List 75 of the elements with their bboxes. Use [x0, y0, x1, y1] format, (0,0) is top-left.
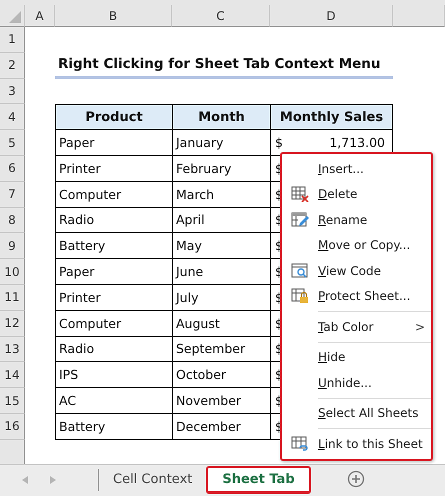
table-cell: Battery — [55, 233, 172, 260]
table-cell: February — [172, 156, 270, 182]
menu-item[interactable]: Protect Sheet... — [282, 284, 431, 309]
table-cell: Computer — [55, 310, 172, 337]
row-header[interactable]: 1 — [0, 27, 25, 53]
table-cell: July — [172, 284, 270, 311]
menu-item[interactable]: Insert... — [282, 156, 431, 182]
table-cell: Paper — [55, 259, 172, 285]
table-cell: Radio — [55, 208, 172, 234]
row-header[interactable]: 7 — [0, 182, 25, 208]
table-cell: IPS — [55, 362, 172, 388]
column-header[interactable]: A — [25, 5, 55, 27]
add-sheet-icon[interactable] — [346, 470, 365, 488]
table-cell: Radio — [55, 336, 172, 362]
table-cell: September — [172, 336, 270, 362]
row-header[interactable]: 4 — [0, 104, 25, 130]
row-header[interactable]: 11 — [0, 284, 25, 311]
table-cell: Battery — [55, 414, 172, 440]
row-header[interactable]: 15 — [0, 388, 25, 414]
row-header[interactable]: 9 — [0, 233, 25, 260]
menu-item[interactable]: Delete — [282, 182, 431, 207]
select-all-icon[interactable] — [9, 11, 21, 23]
row-header[interactable] — [0, 440, 25, 466]
table-cell: November — [172, 388, 270, 414]
row-header[interactable]: 12 — [0, 310, 25, 337]
scroll-right-icon[interactable] — [50, 476, 56, 484]
table-cell: Printer — [55, 156, 172, 182]
table-cell: January — [172, 130, 270, 156]
sheet-tab[interactable]: Sheet Tab — [206, 466, 311, 494]
row-header[interactable]: 10 — [0, 259, 25, 285]
table-pencil-icon — [291, 212, 309, 228]
table-cell: Paper — [55, 130, 172, 156]
menu-item[interactable]: Rename — [282, 207, 431, 232]
table-cell: August — [172, 310, 270, 337]
table-lock-icon — [291, 288, 309, 304]
table-header: Monthly Sales — [270, 104, 393, 130]
table-delete-icon — [291, 186, 309, 202]
table-header: Product — [55, 104, 172, 130]
menu-item[interactable]: View Code — [282, 258, 431, 284]
table-header: Month — [172, 104, 270, 130]
row-header[interactable]: 3 — [0, 78, 25, 104]
menu-item[interactable]: Unhide... — [282, 370, 431, 396]
column-header[interactable]: B — [55, 5, 172, 27]
table-cell: October — [172, 362, 270, 388]
row-header[interactable]: 5 — [0, 130, 25, 156]
table-cell: June — [172, 259, 270, 285]
column-header[interactable]: D — [270, 5, 393, 27]
menu-item[interactable]: Hide — [282, 344, 431, 370]
sheet-tab[interactable]: Cell Context — [99, 465, 206, 493]
scroll-left-icon[interactable] — [22, 476, 28, 484]
row-header[interactable]: 14 — [0, 362, 25, 388]
column-header[interactable] — [393, 5, 445, 27]
table-cell: Printer — [55, 284, 172, 311]
row-header[interactable]: 6 — [0, 156, 25, 182]
menu-item[interactable]: Link to this Sheet — [282, 431, 431, 456]
sheet-title: Right Clicking for Sheet Tab Context Menu — [55, 52, 393, 79]
column-header[interactable]: C — [172, 5, 270, 27]
row-header[interactable]: 8 — [0, 208, 25, 234]
table-cell: April — [172, 208, 270, 234]
menu-item[interactable]: Select All Sheets — [282, 400, 431, 426]
table-cell: 1,713.00 — [329, 135, 385, 150]
row-header[interactable]: 2 — [0, 52, 25, 79]
window-magnifier-icon — [291, 262, 309, 279]
table-cell: AC — [55, 388, 172, 414]
table-cell: December — [172, 414, 270, 440]
table-cell: March — [172, 182, 270, 208]
table-link-icon — [291, 436, 309, 452]
menu-item[interactable]: Move or Copy... — [282, 232, 431, 258]
table-cell: Computer — [55, 182, 172, 208]
currency-symbol: $ — [275, 135, 283, 150]
table-cell: May — [172, 233, 270, 260]
submenu-arrow: > — [414, 320, 425, 334]
row-header[interactable]: 16 — [0, 414, 25, 440]
row-header[interactable]: 13 — [0, 336, 25, 362]
menu-item[interactable]: Tab Color > — [282, 314, 431, 340]
